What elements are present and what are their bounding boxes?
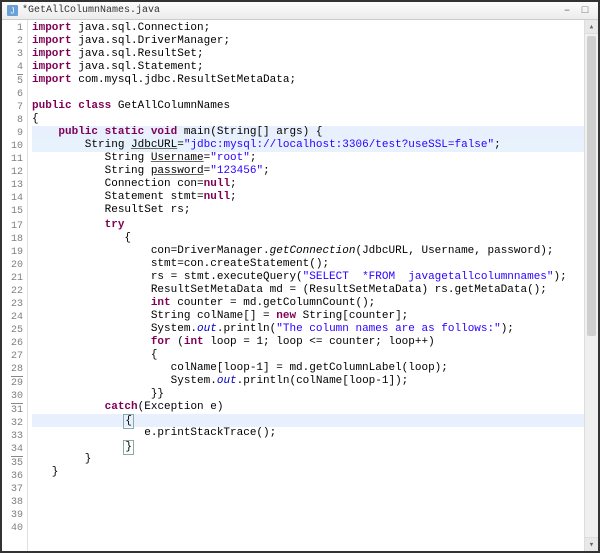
line-number: 27 xyxy=(2,350,23,363)
line-number-gutter: 1234567891011121314151718192021222324252… xyxy=(2,20,28,551)
line-number: 40 xyxy=(2,522,23,535)
line-number: 10 xyxy=(2,140,23,153)
code-line[interactable]: ResultSet rs; xyxy=(32,204,584,217)
code-line[interactable]: try xyxy=(32,219,584,232)
code-line[interactable]: int counter = md.getColumnCount(); xyxy=(32,297,584,310)
line-number: 6 xyxy=(2,88,23,101)
code-line[interactable]: stmt=con.createStatement(); xyxy=(32,258,584,271)
minimize-button[interactable]: ‒ xyxy=(558,5,576,17)
line-number: 3 xyxy=(2,48,23,61)
line-number: 20 xyxy=(2,259,23,272)
code-line[interactable]: import java.sql.DriverManager; xyxy=(32,35,584,48)
line-number: 13 xyxy=(2,179,23,192)
code-line[interactable]: { xyxy=(32,232,584,245)
code-line[interactable]: con=DriverManager.getConnection(JdbcURL,… xyxy=(32,245,584,258)
line-number: 35 xyxy=(2,457,23,470)
line-number: 1 xyxy=(2,22,23,35)
code-line[interactable]: ResultSetMetaData md = (ResultSetMetaDat… xyxy=(32,284,584,297)
code-line[interactable]: public class GetAllColumnNames xyxy=(32,100,584,113)
line-number: 26 xyxy=(2,337,23,350)
line-number: 22 xyxy=(2,285,23,298)
code-line[interactable]: } xyxy=(32,453,584,466)
code-line[interactable]: } xyxy=(32,466,584,479)
line-number: 38 xyxy=(2,496,23,509)
code-editor[interactable]: 1234567891011121314151718192021222324252… xyxy=(2,20,584,551)
code-line[interactable]: Connection con=null; xyxy=(32,178,584,191)
code-line[interactable]: }} xyxy=(32,388,584,401)
line-number: 37 xyxy=(2,483,23,496)
line-number: 34 xyxy=(2,443,23,457)
line-number: 32 xyxy=(2,417,23,430)
line-number: 7 xyxy=(2,101,23,114)
line-number: 29 xyxy=(2,377,23,390)
editor-tab-title[interactable]: *GetAllColumnNames.java xyxy=(22,5,160,16)
code-line[interactable]: import java.sql.Connection; xyxy=(32,22,584,35)
line-number: 36 xyxy=(2,470,23,483)
code-line[interactable]: { xyxy=(32,113,584,126)
line-number: 39 xyxy=(2,509,23,522)
code-line[interactable]: { xyxy=(32,349,584,362)
scroll-up-button[interactable]: ▴ xyxy=(585,20,598,34)
line-number: 33 xyxy=(2,430,23,443)
line-number: 25 xyxy=(2,324,23,337)
line-number: 19 xyxy=(2,246,23,259)
line-number: 18 xyxy=(2,233,23,246)
code-line[interactable]: String password="123456"; xyxy=(32,165,584,178)
vertical-scrollbar[interactable]: ▴ ▾ xyxy=(584,20,598,551)
line-number: 12 xyxy=(2,166,23,179)
line-number: 4 xyxy=(2,61,23,75)
svg-text:J: J xyxy=(10,7,14,16)
line-number: 2 xyxy=(2,35,23,48)
code-line[interactable]: System.out.println(colName[loop-1]); xyxy=(32,375,584,388)
line-number: 8 xyxy=(2,114,23,127)
code-line[interactable]: public static void main(String[] args) { xyxy=(32,126,584,139)
line-number: 28 xyxy=(2,363,23,377)
code-line[interactable]: System.out.println("The column names are… xyxy=(32,323,584,336)
code-line[interactable] xyxy=(32,518,584,531)
code-line[interactable]: rs = stmt.executeQuery("SELECT *FROM jav… xyxy=(32,271,584,284)
line-number: 23 xyxy=(2,298,23,311)
line-number: 17 xyxy=(2,220,23,233)
code-line[interactable]: } xyxy=(32,440,584,453)
code-line[interactable]: String Username="root"; xyxy=(32,152,584,165)
code-line[interactable]: import com.mysql.jdbc.ResultSetMetaData; xyxy=(32,74,584,87)
line-number: 24 xyxy=(2,311,23,324)
code-line[interactable]: e.printStackTrace(); xyxy=(32,427,584,440)
code-line[interactable]: catch(Exception e) xyxy=(32,401,584,414)
code-line[interactable] xyxy=(32,505,584,518)
code-line[interactable]: { xyxy=(32,414,584,427)
code-line[interactable]: String JdbcURL="jdbc:mysql://localhost:3… xyxy=(32,139,584,152)
maximize-button[interactable]: □ xyxy=(576,5,594,17)
line-number: 30 xyxy=(2,390,23,404)
scroll-thumb[interactable] xyxy=(587,36,596,336)
code-line[interactable] xyxy=(32,87,584,100)
line-number: 15 xyxy=(2,205,23,218)
line-number: 5 xyxy=(2,75,23,88)
code-line[interactable]: String colName[] = new String[counter]; xyxy=(32,310,584,323)
line-number: 31 xyxy=(2,404,23,417)
code-line[interactable]: for (int loop = 1; loop <= counter; loop… xyxy=(32,336,584,349)
code-line[interactable]: import java.sql.Statement; xyxy=(32,61,584,74)
java-file-icon: J xyxy=(6,5,18,17)
scroll-down-button[interactable]: ▾ xyxy=(585,537,598,551)
code-line[interactable] xyxy=(32,479,584,492)
line-number: 14 xyxy=(2,192,23,205)
code-area[interactable]: import java.sql.Connection;import java.s… xyxy=(28,20,584,551)
line-number: 21 xyxy=(2,272,23,285)
code-line[interactable]: colName[loop-1] = md.getColumnLabel(loop… xyxy=(32,362,584,375)
line-number: 9 xyxy=(2,127,23,140)
editor-tab-bar: J *GetAllColumnNames.java ‒ □ xyxy=(2,2,598,20)
code-line[interactable]: Statement stmt=null; xyxy=(32,191,584,204)
code-line[interactable]: import java.sql.ResultSet; xyxy=(32,48,584,61)
code-line[interactable] xyxy=(32,492,584,505)
line-number: 11 xyxy=(2,153,23,166)
